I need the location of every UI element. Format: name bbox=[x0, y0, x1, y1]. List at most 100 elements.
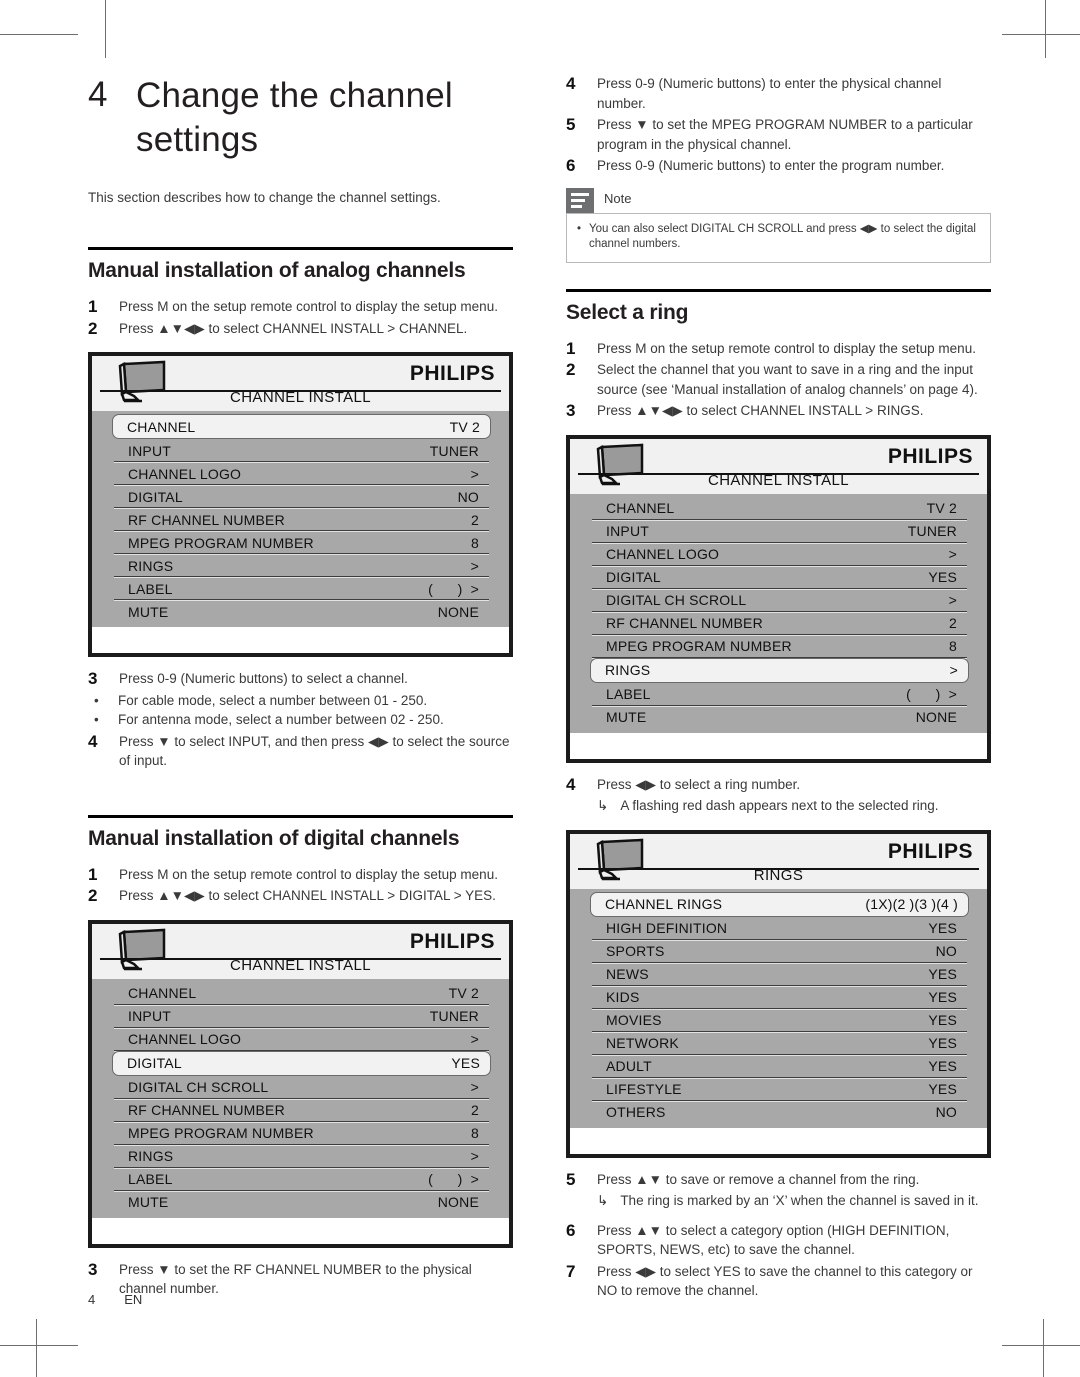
osd-row-mpeg-program-number[interactable]: MPEG PROGRAM NUMBER 8 bbox=[114, 1122, 489, 1146]
osd-row-kids[interactable]: KIDS YES bbox=[592, 986, 967, 1010]
osd-row-value: 8 bbox=[471, 1125, 479, 1141]
osd-row-value: YES bbox=[928, 920, 957, 936]
osd-row-value: 2 bbox=[471, 511, 479, 528]
osd-row-rings[interactable]: RINGS > bbox=[114, 1145, 489, 1169]
osd-row-value: (1X)(2 )(3 )(4 ) bbox=[865, 896, 958, 912]
osd-row-digital[interactable]: DIGITAL YES bbox=[592, 566, 967, 590]
step-text: Press M on the setup remote control to d… bbox=[119, 866, 498, 882]
osd-row-channel-logo[interactable]: CHANNEL LOGO > bbox=[114, 1028, 489, 1052]
osd-rail-left bbox=[570, 888, 592, 1128]
osd-row-value: 8 bbox=[471, 534, 479, 551]
step-item: 2 Select the channel that you want to sa… bbox=[566, 360, 991, 399]
section-title-ring: Select a ring bbox=[566, 300, 689, 324]
osd-row-label: CHANNEL RINGS bbox=[605, 896, 723, 912]
osd-row-channel-logo[interactable]: CHANNEL LOGO > bbox=[592, 543, 967, 567]
osd-row-value: YES bbox=[928, 1012, 957, 1028]
steps-digital-1: 1 Press M on the setup remote control to… bbox=[88, 865, 513, 906]
osd-row-label: DIGITAL bbox=[127, 1055, 182, 1071]
chapter-title-line2: settings bbox=[136, 120, 259, 159]
step-text: Press M on the setup remote control to d… bbox=[597, 340, 976, 356]
osd-title: RINGS bbox=[753, 866, 804, 884]
osd-row-channel[interactable]: CHANNEL TV 2 bbox=[592, 497, 967, 521]
step-number: 2 bbox=[88, 318, 98, 338]
osd-row-label: CHANNEL LOGO bbox=[606, 546, 720, 562]
osd-row-value: TV 2 bbox=[448, 985, 479, 1001]
osd-row-channel[interactable]: CHANNEL TV 2 bbox=[114, 982, 489, 1006]
osd-row-value: > bbox=[948, 592, 957, 608]
osd-row-value: ( ) > bbox=[428, 1171, 479, 1187]
osd-row-list: CHANNEL TV 2 INPUT TUNER CHANNEL LOGO > … bbox=[590, 497, 969, 729]
osd-row-mute[interactable]: MUTE NONE bbox=[592, 706, 967, 729]
osd-menu-digital: PHILIPS CHANNEL INSTALL CHANNEL TV 2 INP… bbox=[88, 919, 513, 1248]
osd-row-lifestyle[interactable]: LIFESTYLE YES bbox=[592, 1078, 967, 1102]
osd-rail-left bbox=[92, 411, 114, 627]
osd-row-rings[interactable]: RINGS > bbox=[590, 657, 969, 683]
osd-row-mute[interactable]: MUTE NONE bbox=[114, 1191, 489, 1214]
step-text: Press ▲▼◀▶ to select CHANNEL INSTALL > D… bbox=[119, 888, 496, 903]
osd-row-label[interactable]: LABEL ( ) > bbox=[114, 577, 489, 601]
step-number: 1 bbox=[566, 338, 576, 358]
osd-row-input[interactable]: INPUT TUNER bbox=[592, 520, 967, 544]
step-text: Press M on the setup remote control to d… bbox=[119, 299, 498, 314]
osd-row-channel-rings[interactable]: CHANNEL RINGS (1X)(2 )(3 )(4 ) bbox=[590, 891, 969, 917]
osd-row-label: MOVIES bbox=[606, 1012, 662, 1028]
osd-row-value: YES bbox=[451, 1055, 480, 1071]
osd-footer bbox=[570, 1127, 987, 1154]
osd-row-rf-channel-number[interactable]: RF CHANNEL NUMBER 2 bbox=[114, 1099, 489, 1123]
osd-row-label: RINGS bbox=[605, 662, 651, 678]
osd-row-value: ( ) > bbox=[428, 580, 479, 597]
osd-row-label: RF CHANNEL NUMBER bbox=[606, 615, 763, 631]
note-box: Note • You can also select DIGITAL CH SC… bbox=[566, 187, 991, 263]
note-bullet: • bbox=[577, 222, 582, 235]
osd-row-label: LIFESTYLE bbox=[606, 1081, 682, 1097]
osd-row-news[interactable]: NEWS YES bbox=[592, 963, 967, 987]
osd-row-value: > bbox=[470, 1079, 479, 1095]
osd-row-digital[interactable]: DIGITAL YES bbox=[112, 1050, 491, 1076]
step-text: Press ▲▼ to select a category option (HI… bbox=[597, 1222, 950, 1258]
osd-row-adult[interactable]: ADULT YES bbox=[592, 1055, 967, 1079]
osd-row-rings[interactable]: RINGS > bbox=[114, 554, 489, 578]
analog-bullets: • For cable mode, select a number betwee… bbox=[88, 691, 513, 730]
osd-row-mpeg-program-number[interactable]: MPEG PROGRAM NUMBER 8 bbox=[592, 635, 967, 659]
osd-row-input[interactable]: INPUT TUNER bbox=[114, 1005, 489, 1029]
osd-row-label: MUTE bbox=[606, 709, 647, 725]
osd-row-digital-ch-scroll[interactable]: DIGITAL CH SCROLL > bbox=[114, 1076, 489, 1100]
section-divider-ring bbox=[566, 288, 991, 292]
osd-row-value: > bbox=[948, 546, 957, 562]
osd-row-rf-channel-number[interactable]: RF CHANNEL NUMBER 2 bbox=[592, 612, 967, 636]
osd-row-input[interactable]: INPUT TUNER bbox=[114, 439, 489, 463]
result-text: A flashing red dash appears next to the … bbox=[620, 798, 939, 813]
note-label: Note bbox=[604, 190, 632, 206]
note-icon bbox=[566, 187, 594, 213]
step-number: 2 bbox=[88, 886, 98, 905]
osd-row-label[interactable]: LABEL ( ) > bbox=[592, 683, 967, 707]
osd-row-others[interactable]: OTHERS NO bbox=[592, 1101, 967, 1124]
osd-row-value: YES bbox=[928, 569, 957, 585]
step-item: 4 Press ◀▶ to select a ring number. bbox=[566, 775, 991, 795]
osd-row-channel[interactable]: CHANNEL TV 2 bbox=[112, 414, 491, 439]
osd-row-digital[interactable]: DIGITAL NO bbox=[114, 485, 489, 509]
osd-menu-rings: PHILIPS RINGS CHANNEL RINGS (1X)(2 )(3 )… bbox=[566, 829, 991, 1158]
osd-title: CHANNEL INSTALL bbox=[229, 956, 372, 974]
osd-row-high-definition[interactable]: HIGH DEFINITION YES bbox=[592, 917, 967, 941]
step-text: Press ◀▶ to select a ring number. bbox=[597, 776, 801, 792]
step-number: 6 bbox=[566, 156, 576, 175]
osd-row-mute[interactable]: MUTE NONE bbox=[114, 600, 489, 623]
osd-row-value: TUNER bbox=[907, 523, 957, 539]
osd-row-label: MPEG PROGRAM NUMBER bbox=[606, 638, 792, 654]
osd-row-network[interactable]: NETWORK YES bbox=[592, 1032, 967, 1056]
step-number: 5 bbox=[566, 115, 576, 134]
osd-title: CHANNEL INSTALL bbox=[707, 471, 850, 489]
osd-row-channel-logo[interactable]: CHANNEL LOGO > bbox=[114, 462, 489, 486]
osd-row-digital-ch-scroll[interactable]: DIGITAL CH SCROLL > bbox=[592, 589, 967, 613]
osd-row-mpeg-program-number[interactable]: MPEG PROGRAM NUMBER 8 bbox=[114, 531, 489, 555]
step-item: 3 Press ▲▼◀▶ to select CHANNEL INSTALL >… bbox=[566, 401, 991, 421]
osd-row-rf-channel-number[interactable]: RF CHANNEL NUMBER 2 bbox=[114, 508, 489, 532]
osd-row-sports[interactable]: SPORTS NO bbox=[592, 940, 967, 964]
bullet-marker: • bbox=[94, 712, 99, 727]
osd-row-movies[interactable]: MOVIES YES bbox=[592, 1009, 967, 1033]
osd-row-label[interactable]: LABEL ( ) > bbox=[114, 1168, 489, 1192]
step-item: 5 Press ▼ to set the MPEG PROGRAM NUMBER… bbox=[566, 115, 991, 154]
osd-body: CHANNEL TV 2 INPUT TUNER CHANNEL LOGO > … bbox=[92, 411, 509, 627]
osd-row-label: OTHERS bbox=[606, 1104, 666, 1120]
